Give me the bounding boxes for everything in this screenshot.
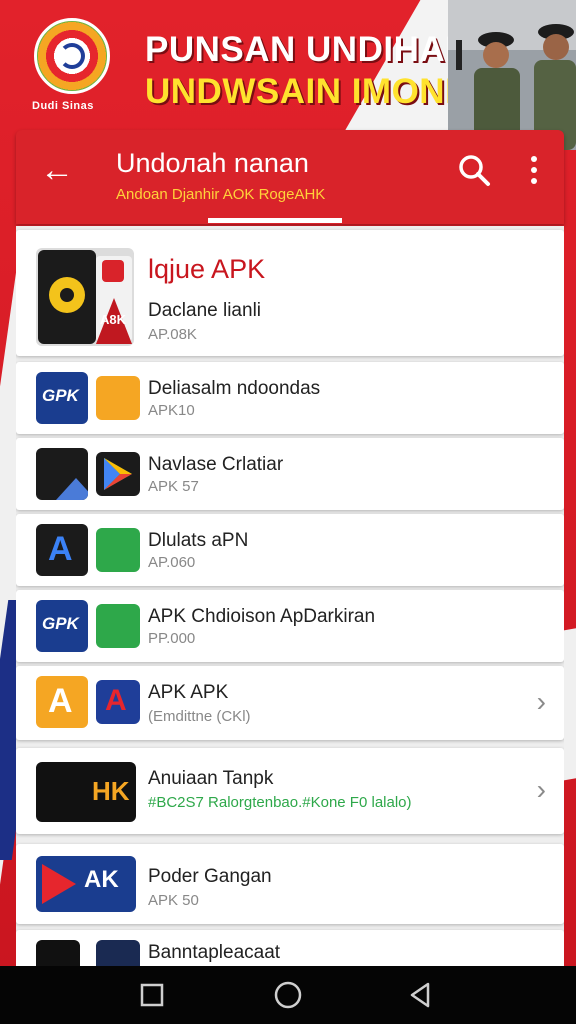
banner: Dudi Sinas PUNSAN UNDIHAN UNDWSAIN IMONE… [0, 0, 576, 150]
featured-badge: A8K [100, 312, 127, 327]
square-icon[interactable] [136, 979, 168, 1011]
item-name: Poder Gangan [148, 866, 272, 887]
item-sub: APK 57 [148, 478, 199, 495]
list-item[interactable]: HK Anuiaan Tanpk #BC2S7 Ralorgtenbao.#Ko… [16, 748, 564, 834]
app-bar-title: Undoлah nanan [116, 148, 309, 178]
banner-title-line1: PUNSAN UNDIHAN [145, 30, 471, 69]
app-icon-secondary [96, 528, 140, 572]
more-vert-icon[interactable] [524, 152, 544, 188]
soldiers-photo [448, 0, 576, 150]
brand-logo [34, 18, 110, 94]
chevron-right-icon[interactable]: › [537, 774, 546, 806]
list-item[interactable]: Banntaplеacaat [16, 930, 564, 966]
play-store-icon [96, 452, 140, 496]
item-sub: APK10 [148, 402, 195, 419]
list-item[interactable]: GPK Deliasalm ndoondas APK10 [16, 362, 564, 434]
list-item[interactable]: A Dlulats aPN AP.060 [16, 514, 564, 586]
circle-icon[interactable] [272, 979, 304, 1011]
app-icon-primary: HK [36, 762, 136, 822]
item-sub: PP.000 [148, 630, 196, 647]
item-sub: #BC2S7 Ralorgtenbao.#Kone F0 lalalo) [148, 794, 412, 811]
app-icon-secondary [96, 604, 140, 648]
item-name: Dlulats aPN [148, 530, 249, 551]
item-name: APK APK [148, 682, 229, 703]
app-icon-secondary: A [96, 680, 140, 724]
app-icon-primary [36, 940, 80, 966]
item-name: Navlase Crlatiar [148, 454, 284, 475]
app-bar-subtitle: Andoan Djanhir AOK RogeAHK [116, 186, 326, 203]
app-icon-primary: GPK [36, 600, 88, 652]
app-icon-primary: A [36, 524, 88, 576]
app-bar: ← Undoлah nanan Andoan Djanhir AOK RogeA… [16, 130, 564, 224]
logo-mark-icon [59, 43, 85, 69]
item-name: Anuiaan Tanpk [148, 768, 274, 789]
system-nav-bar [0, 966, 576, 1024]
app-icon-primary: GPK [36, 372, 88, 424]
app-list[interactable]: A8K lqjue APK Daclane lianli AP.08K GPK … [16, 226, 564, 966]
app-icon-primary: A [36, 676, 88, 728]
list-item[interactable]: Navlase Crlatiar APK 57 [16, 438, 564, 510]
featured-title: lqjue APK [148, 254, 266, 284]
list-item[interactable]: A A APK APK (Emdittne (CKl) › [16, 666, 564, 740]
app-icon-secondary [96, 940, 140, 966]
logo-text: Dudi Sinas [32, 100, 94, 112]
item-sub: (Emdittne (CKl) [148, 708, 251, 725]
app-icon-primary: AK [36, 856, 136, 912]
item-sub: APK 50 [148, 892, 199, 909]
featured-name: Daclane lianli [148, 300, 262, 321]
app-icon-primary [36, 448, 88, 500]
list-item[interactable]: AK Poder Gangan APK 50 [16, 844, 564, 924]
triangle-back-icon[interactable] [404, 979, 436, 1011]
item-sub: AP.060 [148, 554, 196, 571]
tab-indicator [208, 218, 342, 223]
app-icon-secondary [96, 376, 140, 420]
featured-sub: AP.08K [148, 326, 197, 343]
list-item[interactable]: GPK APK Chdioison ApDarkiran PP.000 [16, 590, 564, 662]
search-icon[interactable] [456, 152, 492, 188]
featured-card[interactable]: A8K lqjue APK Daclane lianli AP.08K [16, 230, 564, 356]
item-name: APK Chdioison ApDarkiran [148, 606, 376, 627]
featured-app-icon [36, 248, 134, 346]
chevron-right-icon[interactable]: › [537, 686, 546, 718]
item-name: Deliasalm ndoondas [148, 378, 321, 399]
item-name: Banntaplеacaat [148, 942, 281, 963]
arrow-left-icon[interactable]: ← [40, 150, 74, 190]
